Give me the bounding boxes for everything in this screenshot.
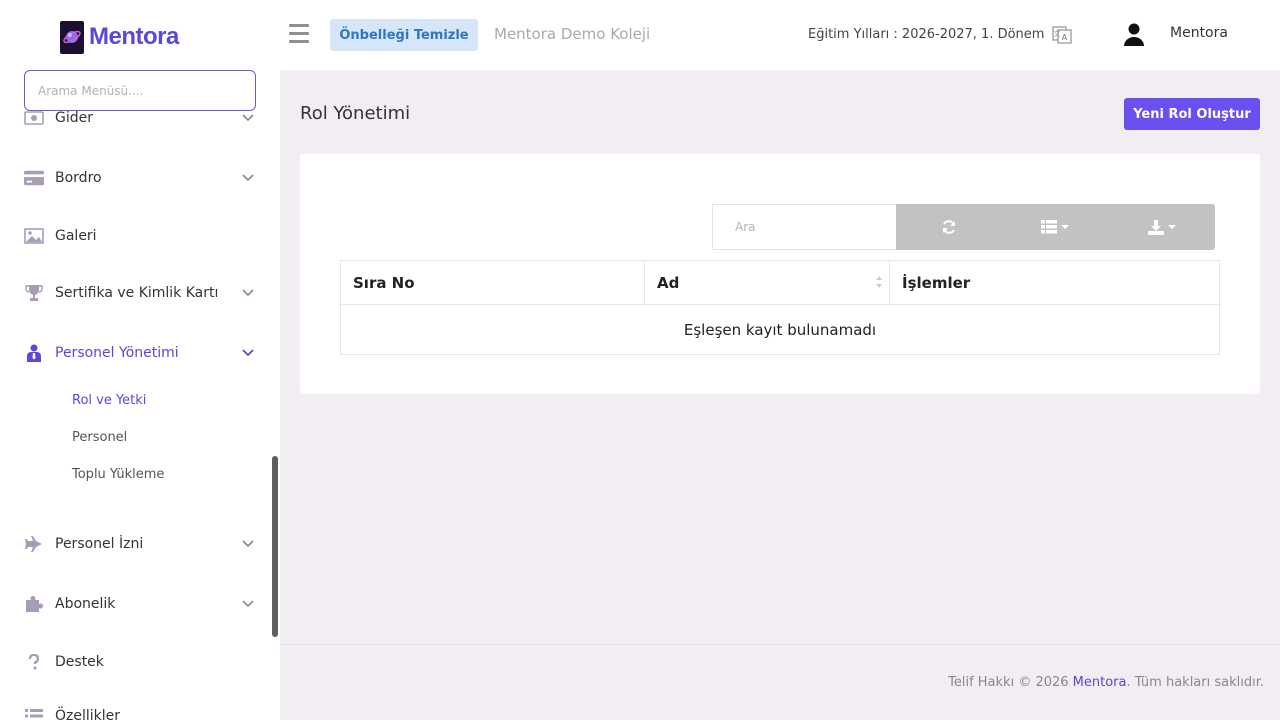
column-header-ad[interactable]: Ad [644, 260, 890, 305]
brand-name: Mentora [89, 23, 179, 50]
chevron-down-icon [240, 345, 256, 361]
topbar: Önbelleği Temizle Mentora Demo Koleji Eğ… [280, 0, 1280, 70]
sidebar-item-label: Galeri [55, 228, 97, 244]
sidebar-item-bordro[interactable]: Bordro [24, 166, 256, 190]
sidebar-item-label: Abonelik [55, 596, 116, 612]
sidebar-item-label: Destek [55, 654, 104, 670]
roles-table: Sıra No Ad İşlemler Eşleşen kayıt buluna… [340, 260, 1220, 355]
chevron-down-icon [240, 170, 256, 186]
export-button[interactable] [1109, 204, 1215, 250]
puzzle-icon [24, 595, 44, 613]
refresh-button[interactable] [896, 204, 1002, 250]
sidebar-item-abonelik[interactable]: Abonelik [24, 592, 256, 616]
chevron-down-icon [240, 110, 256, 126]
page-title: Rol Yönetimi [300, 103, 411, 124]
language-icon[interactable]: A文 [1052, 25, 1072, 45]
column-header-sira-no[interactable]: Sıra No [340, 260, 645, 305]
chevron-down-icon [240, 285, 256, 301]
list-icon [1041, 220, 1058, 234]
sidebar-item-label: Personel İzni [55, 536, 144, 552]
school-name: Mentora Demo Koleji [494, 25, 651, 43]
credit-card-icon [24, 169, 44, 187]
footer: Telif Hakkı © 2026 Mentora. Tüm hakları … [948, 675, 1264, 690]
table-header-row: Sıra No Ad İşlemler [340, 260, 1220, 305]
roles-card: Sıra No Ad İşlemler Eşleşen kayıt buluna… [300, 154, 1260, 394]
menu-toggle-icon[interactable] [289, 24, 309, 46]
table-search-input[interactable] [712, 204, 897, 250]
empty-table-message: Eşleşen kayıt bulunamadı [340, 304, 1220, 355]
column-header-label: Ad [657, 273, 680, 292]
sidebar-item-ozellikler[interactable]: Özellikler [24, 704, 256, 720]
sidebar-item-galeri[interactable]: Galeri [24, 224, 256, 248]
caret-down-icon [1061, 225, 1070, 229]
clear-cache-button[interactable]: Önbelleği Temizle [330, 19, 478, 51]
column-header-islemler[interactable]: İşlemler [889, 260, 1220, 305]
sidebar-item-destek[interactable]: Destek [24, 650, 256, 674]
svg-text:A: A [1062, 33, 1068, 42]
sidebar-item-label: Sertifika ve Kimlik Kartı [55, 285, 219, 301]
user-avatar-icon[interactable] [1123, 22, 1145, 46]
sidebar-item-personel-yonetimi[interactable]: Personel Yönetimi [24, 341, 256, 365]
user-name[interactable]: Mentora [1170, 25, 1228, 41]
footer-rights: . Tüm hakları saklıdır. [1126, 675, 1265, 690]
create-role-button[interactable]: Yeni Rol Oluştur [1124, 98, 1260, 130]
sort-icon [875, 275, 883, 289]
list-icon [24, 707, 44, 720]
sidebar-subitem-rol-ve-yetki[interactable]: Rol ve Yetki [72, 393, 146, 408]
sidebar-item-label: Personel Yönetimi [55, 345, 179, 361]
refresh-icon [941, 219, 957, 235]
money-icon [24, 109, 44, 127]
sidebar-item-label: Gider [55, 110, 93, 126]
sidebar-subitem-personel[interactable]: Personel [72, 430, 127, 445]
sidebar-subitem-toplu-yukleme[interactable]: Toplu Yükleme [72, 467, 164, 482]
table-toolbar [896, 204, 1215, 250]
logo-mark-icon [60, 20, 84, 54]
columns-toggle-button[interactable] [1002, 204, 1108, 250]
sidebar-item-sertifika[interactable]: Sertifika ve Kimlik Kartı [24, 281, 256, 305]
question-icon [24, 653, 44, 671]
table-row: Eşleşen kayıt bulunamadı [340, 304, 1220, 355]
plane-icon [24, 535, 44, 553]
brand-logo[interactable]: Mentora [60, 20, 179, 54]
footer-copyright: Telif Hakkı © 2026 [948, 675, 1073, 690]
user-tie-icon [24, 344, 44, 362]
footer-brand-link[interactable]: Mentora [1073, 675, 1127, 690]
chevron-down-icon [240, 536, 256, 552]
footer-divider [280, 644, 1280, 645]
svg-text:文: 文 [1054, 29, 1061, 38]
education-years: Eğitim Yılları : 2026-2027, 1. Dönem [808, 27, 1045, 42]
sidebar: Gider Bordro Galeri Sertifika ve Kimlik … [0, 0, 280, 720]
sidebar-search-input[interactable] [24, 70, 256, 111]
image-icon [24, 227, 44, 245]
caret-down-icon [1167, 225, 1176, 229]
sidebar-item-personel-izni[interactable]: Personel İzni [24, 532, 256, 556]
trophy-icon [24, 284, 44, 302]
sidebar-item-label: Bordro [55, 170, 102, 186]
chevron-down-icon [240, 596, 256, 612]
sidebar-item-label: Özellikler [55, 708, 121, 720]
sidebar-scrollbar[interactable] [272, 456, 278, 637]
download-icon [1147, 219, 1164, 235]
